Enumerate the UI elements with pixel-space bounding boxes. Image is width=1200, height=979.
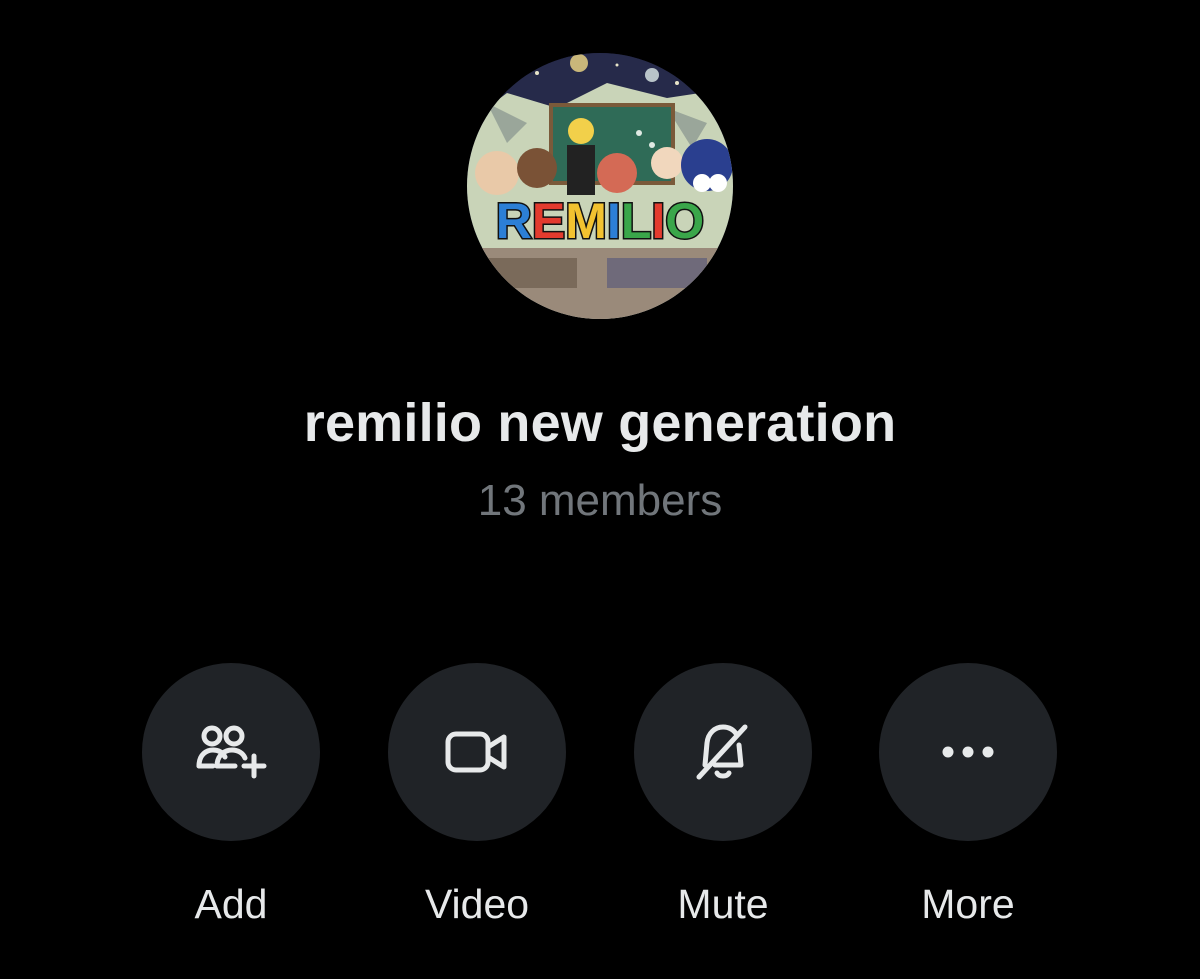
group-avatar-image: REMILIO bbox=[467, 53, 733, 319]
avatar-logo: REMILIO bbox=[496, 193, 704, 249]
group-title: remilio new generation bbox=[303, 393, 897, 453]
group-avatar[interactable]: REMILIO bbox=[467, 53, 733, 319]
add-people-icon bbox=[196, 725, 267, 779]
video-button[interactable] bbox=[388, 663, 566, 841]
more-dots-icon bbox=[942, 746, 994, 758]
more-label: More bbox=[921, 881, 1015, 927]
add-label: Add bbox=[194, 881, 268, 927]
bell-muted-icon bbox=[696, 724, 748, 780]
more-action[interactable]: More bbox=[878, 663, 1058, 928]
member-count[interactable]: 13 members bbox=[0, 476, 1200, 526]
video-action[interactable]: Video bbox=[387, 663, 567, 928]
mute-action[interactable]: Mute bbox=[633, 663, 813, 928]
more-button[interactable] bbox=[879, 663, 1057, 841]
add-action[interactable]: Add bbox=[141, 663, 321, 928]
add-button[interactable] bbox=[142, 663, 320, 841]
mute-button[interactable] bbox=[634, 663, 812, 841]
mute-label: Mute bbox=[677, 881, 769, 927]
video-label: Video bbox=[424, 881, 530, 927]
video-camera-icon bbox=[445, 731, 507, 773]
